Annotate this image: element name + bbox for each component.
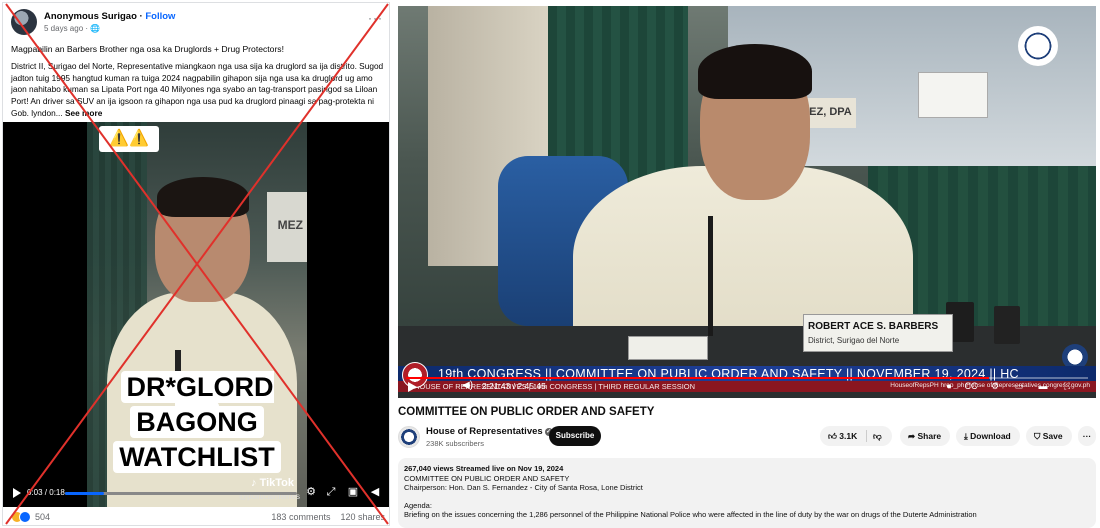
save-label: Save [1042, 431, 1063, 441]
play-icon[interactable] [408, 382, 417, 392]
side-nameplate [628, 336, 708, 360]
post-time[interactable]: 5 days ago · 🌐 [44, 24, 100, 33]
comments-count[interactable]: 183 comments [271, 512, 330, 522]
reaction-count[interactable]: 504 [35, 512, 50, 522]
player-time: 2:21:43 / 2:45:45 [482, 381, 546, 391]
see-more-link[interactable]: See more [65, 108, 102, 118]
fullscreen-icon[interactable]: ⤢ [325, 486, 337, 498]
house-seal-logo [1018, 26, 1058, 66]
engagement-stats: 183 comments 120 shares [271, 512, 385, 522]
video-progress-fill [65, 492, 105, 495]
subscriber-count: 238K subscribers [426, 439, 484, 448]
thumbs-down-icon: 👎︎ [873, 431, 882, 441]
video-caption-line-2: BAGONG [99, 406, 295, 438]
post-body: District II, Surigao del Norte, Represen… [11, 61, 385, 120]
post-footer: 504 183 comments 120 shares [3, 507, 389, 525]
reaction-icons[interactable] [11, 511, 37, 523]
facebook-post: Anonymous Surigao · Follow 5 days ago · … [2, 2, 390, 526]
youtube-panel: MEZ, DPA ROBERT ACE S. BARBERS District,… [398, 6, 1096, 528]
download-button[interactable]: ⤓ Download [956, 426, 1020, 446]
caption-text: BAGONG [130, 406, 264, 438]
nameplate-name: ROBERT ACE S. BARBERS [808, 321, 939, 332]
dislike-button[interactable]: 👎︎ [873, 426, 882, 446]
download-label: Download [970, 431, 1011, 441]
post-title: Magpabilin an Barbers Brother nga osa ka… [11, 44, 284, 54]
more-actions-button[interactable]: ··· [1078, 426, 1096, 446]
like-reaction-icon [19, 511, 31, 523]
video-time: 0:03 / 0:18 [27, 488, 65, 497]
microphone [708, 216, 713, 336]
play-icon[interactable] [13, 488, 21, 498]
post-header: Anonymous Surigao · Follow 5 days ago · … [11, 9, 383, 39]
like-count: 3.1K [839, 431, 858, 441]
subscribe-button[interactable]: Subscribe [549, 426, 601, 446]
volume-icon[interactable]: ◀ [369, 486, 381, 498]
video-caption-line-3: WATCHLIST [99, 441, 295, 473]
description-line: Chairperson: Hon. Dan S. Fernandez - Cit… [404, 483, 643, 493]
author-line: Anonymous Surigao · Follow [44, 11, 176, 22]
settings-icon[interactable]: ⚙ [305, 486, 317, 498]
speaker-hair [698, 44, 812, 99]
captions-icon[interactable]: CC [964, 380, 978, 392]
settings-icon[interactable]: ⚙ [988, 380, 1002, 392]
post-video[interactable]: MEZ ⚠️⚠️ DR*GLORD SA BAGONG WATCHLIST ♪ … [3, 122, 389, 507]
background-sign-text: MEZ [277, 218, 303, 232]
description-gap [404, 493, 1090, 501]
thumbs-up-icon: 👍︎ [828, 431, 840, 441]
like-separator [866, 430, 867, 442]
nameplate-district: District, Surigao del Norte [808, 336, 900, 345]
author-name[interactable]: Anonymous Surigao [44, 11, 137, 22]
video-controls: 0:03 / 0:18 ⚙ ⤢ ▣ ◀ [3, 482, 389, 507]
like-dislike-group: 👍︎ 3.1K 👎︎ [820, 426, 892, 446]
more-options-icon[interactable]: ··· [368, 11, 383, 25]
background-nameplate [918, 72, 988, 118]
screenshot-root: Anonymous Surigao · Follow 5 days ago · … [0, 0, 1100, 528]
player-controls: ◀) 2:21:43 / 2:45:45 ● CC ⚙ ▭ ▬ ⛶ [398, 378, 1096, 398]
speaker-nameplate: ROBERT ACE S. BARBERS District, Surigao … [803, 314, 953, 352]
channel-avatar[interactable] [398, 426, 420, 448]
view-stats: 267,040 views Streamed live on Nov 19, 2… [404, 464, 564, 473]
channel-name[interactable]: House of Representatives [426, 426, 543, 437]
channel-name-line[interactable]: House of Representatives✓ [426, 426, 553, 437]
channel-row: House of Representatives✓ 238K subscribe… [398, 424, 1096, 454]
follow-link[interactable]: Follow [145, 11, 175, 22]
video-title: COMMITTEE ON PUBLIC ORDER AND SAFETY [398, 406, 655, 418]
description-box[interactable]: 267,040 views Streamed live on Nov 19, 2… [398, 458, 1096, 528]
theater-mode-icon[interactable]: ▬ [1036, 380, 1050, 392]
cup [994, 306, 1020, 344]
shares-count[interactable]: 120 shares [340, 512, 385, 522]
description-line: COMMITTEE ON PUBLIC ORDER AND SAFETY [404, 473, 570, 483]
warning-icon: ⚠️⚠️ [99, 126, 159, 152]
author-avatar[interactable] [11, 9, 37, 35]
volume-icon[interactable]: ◀) [462, 380, 473, 391]
agenda-label: Agenda: [404, 500, 432, 510]
caption-text: WATCHLIST [113, 441, 281, 473]
share-label: Share [917, 431, 942, 441]
video-progress-track[interactable] [65, 492, 297, 495]
save-button[interactable]: ⛉ Save [1026, 426, 1072, 446]
pip-icon[interactable]: ▣ [347, 486, 359, 498]
share-button[interactable]: ➦ Share [900, 426, 950, 446]
like-button[interactable]: 👍︎ 3.1K [828, 426, 857, 446]
autoplay-toggle-icon[interactable]: ● [942, 380, 956, 392]
speaker-hair [157, 177, 249, 217]
agenda-text: Briefing on the issues concerning the 1,… [404, 510, 977, 520]
fullscreen-icon[interactable]: ⛶ [1060, 380, 1074, 392]
video-player[interactable]: MEZ, DPA ROBERT ACE S. BARBERS District,… [398, 6, 1096, 398]
bookmark-icon: ⛉ [1034, 431, 1043, 441]
miniplayer-icon[interactable]: ▭ [1012, 380, 1026, 392]
